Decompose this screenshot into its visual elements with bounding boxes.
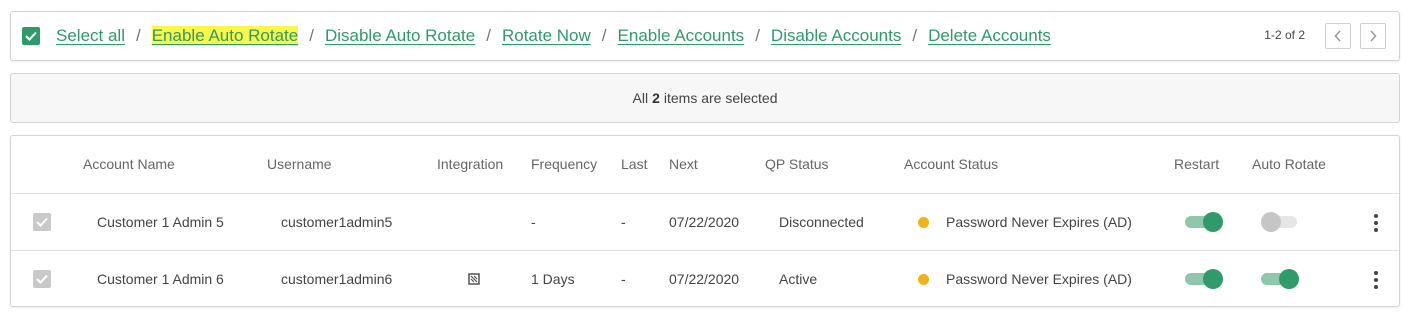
more-options-icon[interactable] [1369,269,1383,291]
separator: / [135,26,141,45]
checkmark-icon [36,274,48,284]
header-next[interactable]: Next [669,156,698,172]
header-account-status[interactable]: Account Status [904,156,998,172]
bulk-action-toolbar: Select all / Enable Auto Rotate / Disabl… [10,11,1400,61]
selection-count: 2 [652,90,660,106]
account-status: Password Never Expires (AD) [946,271,1132,287]
qp-status: Active [779,271,818,287]
disable-auto-rotate-link[interactable]: Disable Auto Rotate [325,26,475,46]
restart-toggle[interactable] [1185,269,1223,289]
chevron-left-icon [1334,30,1341,42]
row-checkbox[interactable] [33,270,51,288]
header-integration[interactable]: Integration [437,156,503,172]
last-rotated: - [621,271,626,287]
frequency: 1 Days [531,271,575,287]
bulk-actions: Select all / Enable Auto Rotate / Disabl… [56,12,1051,60]
select-all-checkbox[interactable] [22,27,40,45]
enable-accounts-link[interactable]: Enable Accounts [618,26,745,46]
qp-status: Disconnected [779,214,864,230]
separator: / [912,26,918,45]
separator: / [486,26,491,45]
table-row[interactable]: Customer 1 Admin 5 customer1admin5 - - 0… [11,193,1399,250]
disable-accounts-link[interactable]: Disable Accounts [771,26,901,46]
pagination-count: 1-2 of 2 [1264,28,1305,42]
account-name[interactable]: Customer 1 Admin 5 [97,214,224,230]
checkmark-icon [25,31,37,41]
header-last[interactable]: Last [621,156,647,172]
status-dot [918,217,929,228]
next-rotation: 07/22/2020 [669,271,740,287]
delete-accounts-link[interactable]: Delete Accounts [928,26,1051,46]
account-status: Password Never Expires (AD) [946,214,1132,230]
table-row[interactable]: Customer 1 Admin 6 customer1admin6 1 Day… [11,250,1399,307]
header-restart[interactable]: Restart [1174,156,1219,172]
auto-rotate-toggle[interactable] [1261,269,1299,289]
accounts-table: Account Name Username Integration Freque… [10,135,1400,307]
username: customer1admin6 [281,271,393,287]
header-qp-status[interactable]: QP Status [765,156,829,172]
username: customer1admin5 [281,214,393,230]
selection-banner: All 2 items are selected [10,73,1400,123]
integration-icon [468,273,480,285]
next-rotation: 07/22/2020 [669,214,740,230]
next-page-button[interactable] [1360,23,1386,49]
status-dot [918,274,929,285]
more-options-icon[interactable] [1369,212,1383,234]
selection-banner-suffix: items are selected [663,90,778,106]
separator: / [601,26,607,45]
header-auto-rotate[interactable]: Auto Rotate [1252,156,1326,172]
last-rotated: - [621,214,626,230]
checkmark-icon [36,217,48,227]
rotate-now-link[interactable]: Rotate Now [502,26,591,46]
auto-rotate-toggle[interactable] [1261,212,1299,232]
previous-page-button[interactable] [1325,23,1351,49]
enable-auto-rotate-link[interactable]: Enable Auto Rotate [151,26,299,46]
header-username[interactable]: Username [267,156,332,172]
chevron-right-icon [1370,30,1377,42]
header-frequency[interactable]: Frequency [531,156,597,172]
restart-toggle[interactable] [1185,212,1223,232]
account-name[interactable]: Customer 1 Admin 6 [97,271,224,287]
select-all-link[interactable]: Select all [56,26,125,46]
row-checkbox[interactable] [33,213,51,231]
selection-banner-prefix: All [632,90,649,106]
separator: / [309,26,314,45]
separator: / [755,26,760,45]
frequency: - [531,214,536,230]
header-account-name[interactable]: Account Name [83,156,175,172]
